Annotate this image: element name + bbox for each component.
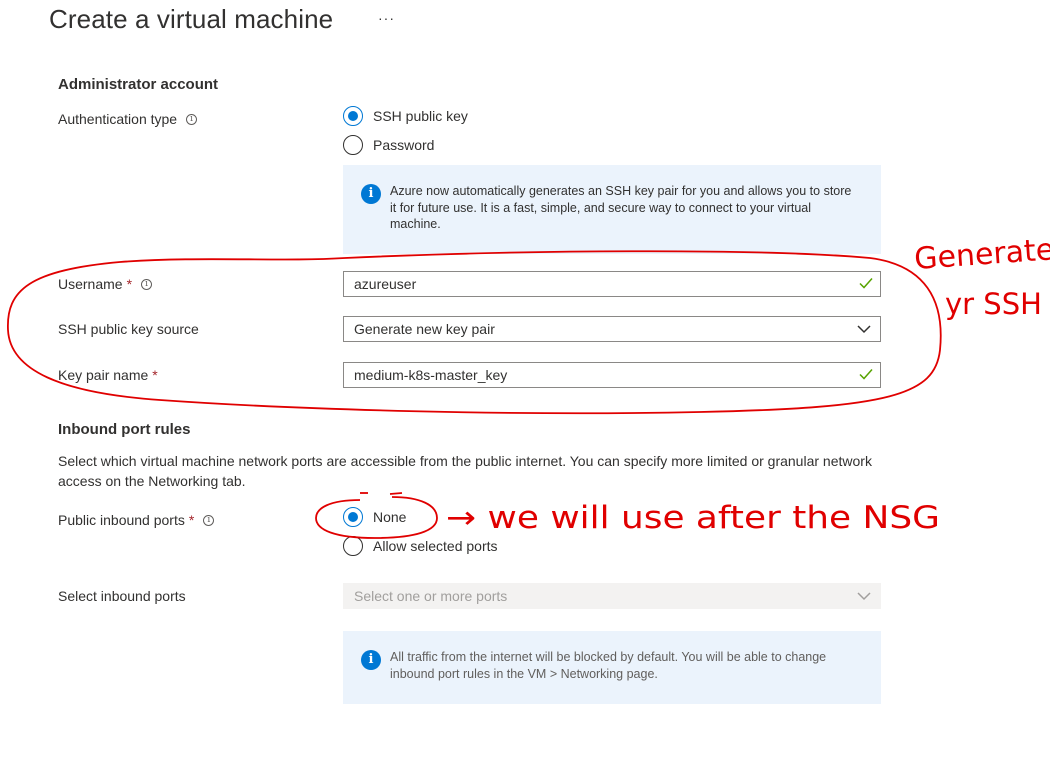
required-marker: * <box>188 512 195 528</box>
ssh-source-label-text: SSH public key source <box>58 321 199 337</box>
radio-label[interactable]: Allow selected ports <box>373 538 498 554</box>
section-title-inbound: Inbound port rules <box>58 421 191 438</box>
auth-type-label: Authentication type <box>58 111 198 127</box>
info-icon[interactable] <box>203 514 215 526</box>
traffic-info-box: i All traffic from the internet will be … <box>343 631 881 704</box>
required-marker: * <box>126 276 133 292</box>
radio-checked-icon[interactable] <box>343 507 363 527</box>
select-ports-label-text: Select inbound ports <box>58 588 186 604</box>
key-pair-input[interactable]: medium-k8s-master_key <box>343 362 881 388</box>
radio-checked-icon[interactable] <box>343 106 363 126</box>
select-ports-placeholder[interactable]: Select one or more ports <box>354 588 507 604</box>
chevron-down-icon[interactable] <box>857 324 871 334</box>
username-label-text: Username <box>58 276 123 292</box>
radio-ssh-public-key[interactable]: SSH public key <box>343 106 468 126</box>
key-pair-value[interactable]: medium-k8s-master_key <box>354 367 507 383</box>
ssh-info-text: Azure now automatically generates an SSH… <box>390 184 852 231</box>
ssh-info-box: i Azure now automatically generates an S… <box>343 165 881 254</box>
radio-unchecked-icon[interactable] <box>343 536 363 556</box>
info-icon[interactable] <box>141 278 153 290</box>
ssh-source-value[interactable]: Generate new key pair <box>354 321 495 337</box>
required-marker: * <box>152 367 158 383</box>
username-value[interactable]: azureuser <box>354 276 416 292</box>
public-ports-label: Public inbound ports * <box>58 512 215 528</box>
radio-label[interactable]: None <box>373 509 406 525</box>
more-options-button[interactable]: ··· <box>378 10 395 26</box>
username-input[interactable]: azureuser <box>343 271 881 297</box>
select-ports-label: Select inbound ports <box>58 588 186 604</box>
radio-unchecked-icon[interactable] <box>343 135 363 155</box>
select-ports-dropdown[interactable]: Select one or more ports <box>343 583 881 609</box>
key-pair-label: Key pair name * <box>58 367 158 383</box>
ssh-source-label: SSH public key source <box>58 321 199 337</box>
valid-check-icon <box>859 369 873 380</box>
ssh-source-dropdown[interactable]: Generate new key pair <box>343 316 881 342</box>
radio-label[interactable]: Password <box>373 137 434 153</box>
traffic-info-text: All traffic from the internet will be bl… <box>390 650 827 681</box>
valid-check-icon <box>859 278 873 289</box>
inbound-description: Select which virtual machine network por… <box>58 453 872 489</box>
info-icon: i <box>361 650 381 670</box>
auth-type-label-text: Authentication type <box>58 111 178 127</box>
annotation-note-1-line1: Generate <box>913 232 1050 277</box>
radio-label[interactable]: SSH public key <box>373 108 468 124</box>
username-label: Username * <box>58 276 153 292</box>
radio-none[interactable]: None <box>343 507 406 527</box>
info-icon: i <box>361 184 381 204</box>
radio-password[interactable]: Password <box>343 135 434 155</box>
public-ports-label-text: Public inbound ports <box>58 512 185 528</box>
section-title-admin: Administrator account <box>58 76 219 93</box>
page-title: Create a virtual machine <box>49 4 334 34</box>
key-pair-label-text: Key pair name <box>58 367 149 383</box>
radio-allow-selected-ports[interactable]: Allow selected ports <box>343 536 498 556</box>
annotation-note-2: → we will use after the NSG <box>446 500 940 536</box>
chevron-down-icon[interactable] <box>857 591 871 601</box>
annotation-note-1-line2: yr SSH <box>945 287 1042 321</box>
info-icon[interactable] <box>186 113 198 125</box>
